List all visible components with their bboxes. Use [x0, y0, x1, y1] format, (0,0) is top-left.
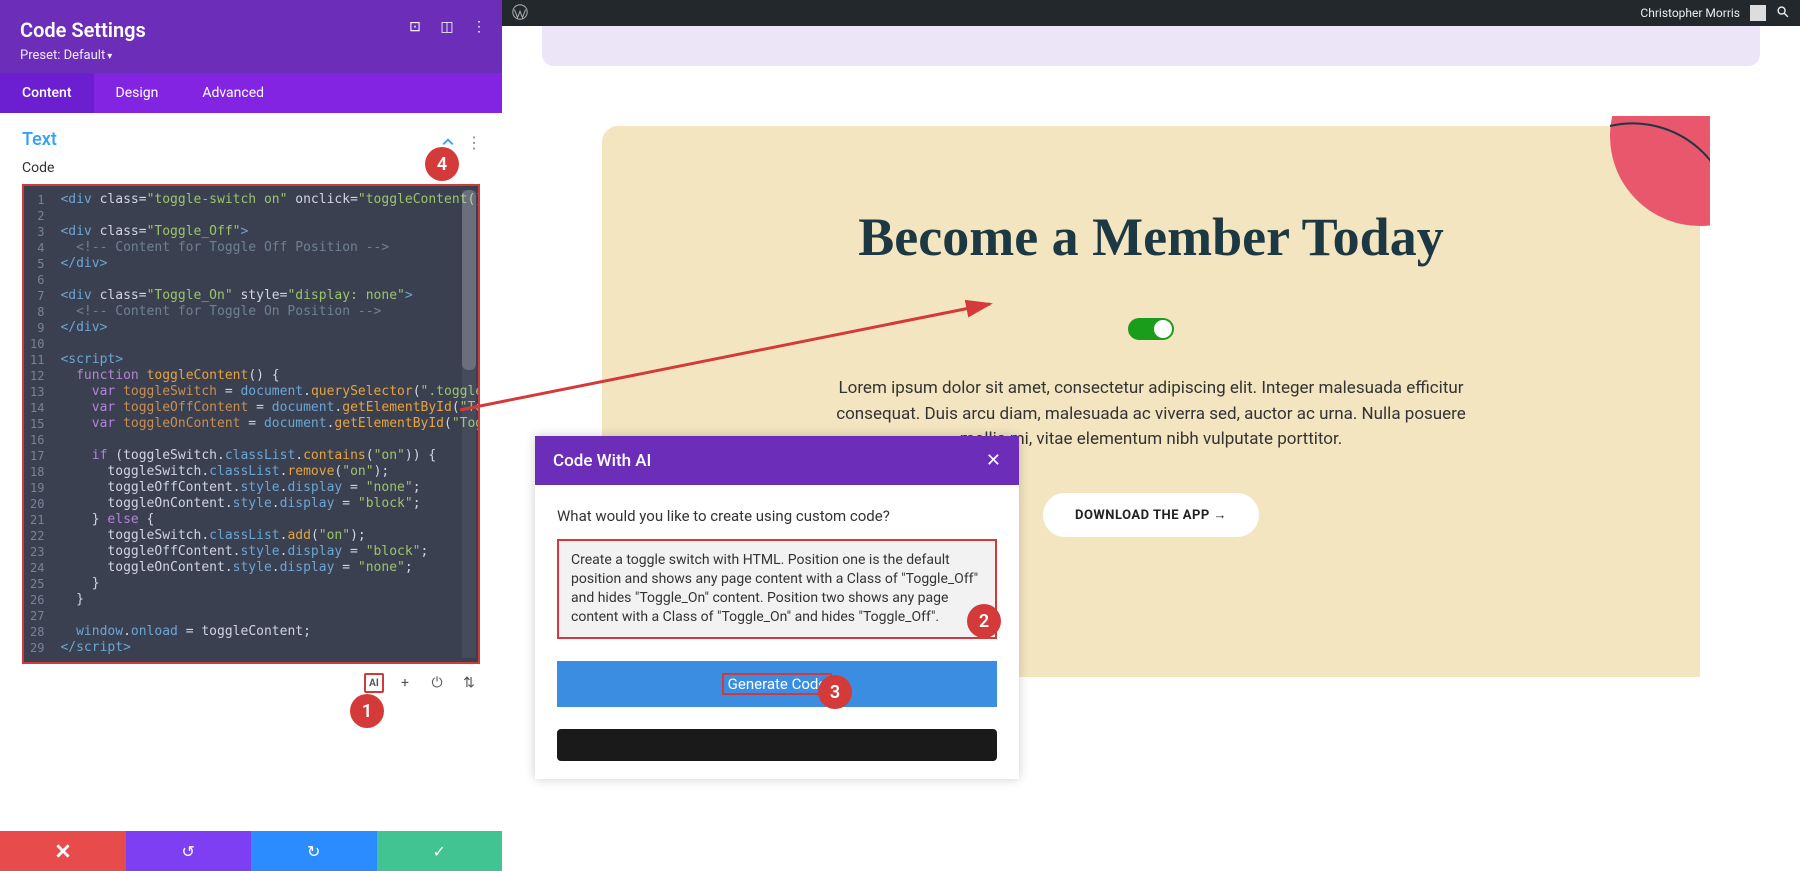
- columns-icon[interactable]: ◫: [438, 18, 456, 36]
- generate-code-button[interactable]: Generate Code: [557, 661, 997, 707]
- target-icon[interactable]: ⊡: [406, 18, 424, 36]
- chevron-down-icon: ▾: [107, 51, 112, 62]
- plus-icon[interactable]: +: [394, 672, 416, 694]
- line-gutter: 1234567891011121314151617181920212223242…: [24, 186, 52, 662]
- top-strip: [542, 26, 1760, 66]
- wp-admin-bar[interactable]: Christopher Morris: [502, 0, 1800, 26]
- ai-button[interactable]: AI: [364, 673, 384, 693]
- annotation-4: 4: [425, 147, 459, 181]
- toggle-switch[interactable]: [1128, 318, 1174, 340]
- more-icon[interactable]: ⋮: [470, 18, 488, 36]
- power-icon[interactable]: ⏻: [426, 672, 448, 694]
- tab-advanced[interactable]: Advanced: [180, 73, 286, 113]
- result-preview-bar: [557, 729, 997, 761]
- annotation-2: 2: [967, 604, 1001, 638]
- settings-sidebar: Code Settings Preset: Default▾ ⊡ ◫ ⋮ Con…: [0, 0, 502, 871]
- scrollbar[interactable]: [462, 190, 476, 658]
- panel-header: Code Settings Preset: Default▾ ⊡ ◫ ⋮: [0, 0, 502, 73]
- tab-design[interactable]: Design: [94, 73, 181, 113]
- editor-toolbar: AI + ⏻ ⇅: [0, 664, 502, 694]
- redo-button[interactable]: ↻: [251, 831, 377, 871]
- wp-user-name[interactable]: Christopher Morris: [1640, 6, 1740, 20]
- search-icon[interactable]: [1776, 5, 1790, 22]
- chevron-up-icon[interactable]: [442, 133, 456, 147]
- settings-tabs: Content Design Advanced: [0, 73, 502, 113]
- code-body[interactable]: <div class="toggle-switch on" onclick="t…: [52, 186, 478, 662]
- footer-actions: ↺ ↻ ✓: [0, 831, 502, 871]
- decorative-shape: [1550, 116, 1710, 246]
- wordpress-icon[interactable]: [512, 4, 528, 23]
- download-app-button[interactable]: DOWNLOAD THE APP →: [1043, 493, 1259, 537]
- code-editor[interactable]: 1234567891011121314151617181920212223242…: [22, 184, 480, 664]
- ai-prompt-label: What would you like to create using cust…: [557, 507, 997, 525]
- more-icon[interactable]: ⋮: [466, 133, 480, 147]
- avatar[interactable]: [1750, 5, 1766, 21]
- undo-button[interactable]: ↺: [126, 831, 252, 871]
- annotation-3: 3: [818, 675, 852, 709]
- ai-modal-title: Code With AI: [553, 451, 651, 471]
- save-button[interactable]: ✓: [377, 831, 503, 871]
- code-with-ai-modal: Code With AI ✕ What would you like to cr…: [535, 436, 1019, 779]
- tab-content[interactable]: Content: [0, 73, 94, 113]
- section-title-text[interactable]: Text: [22, 129, 57, 150]
- ai-prompt-input[interactable]: Create a toggle switch with HTML. Positi…: [557, 539, 997, 639]
- preset-selector[interactable]: Preset: Default▾: [20, 48, 482, 63]
- hero-title: Become a Member Today: [682, 206, 1620, 268]
- cancel-button[interactable]: [0, 831, 126, 871]
- close-icon[interactable]: ✕: [986, 450, 1001, 471]
- sort-icon[interactable]: ⇅: [458, 672, 480, 694]
- annotation-1: 1: [350, 694, 384, 728]
